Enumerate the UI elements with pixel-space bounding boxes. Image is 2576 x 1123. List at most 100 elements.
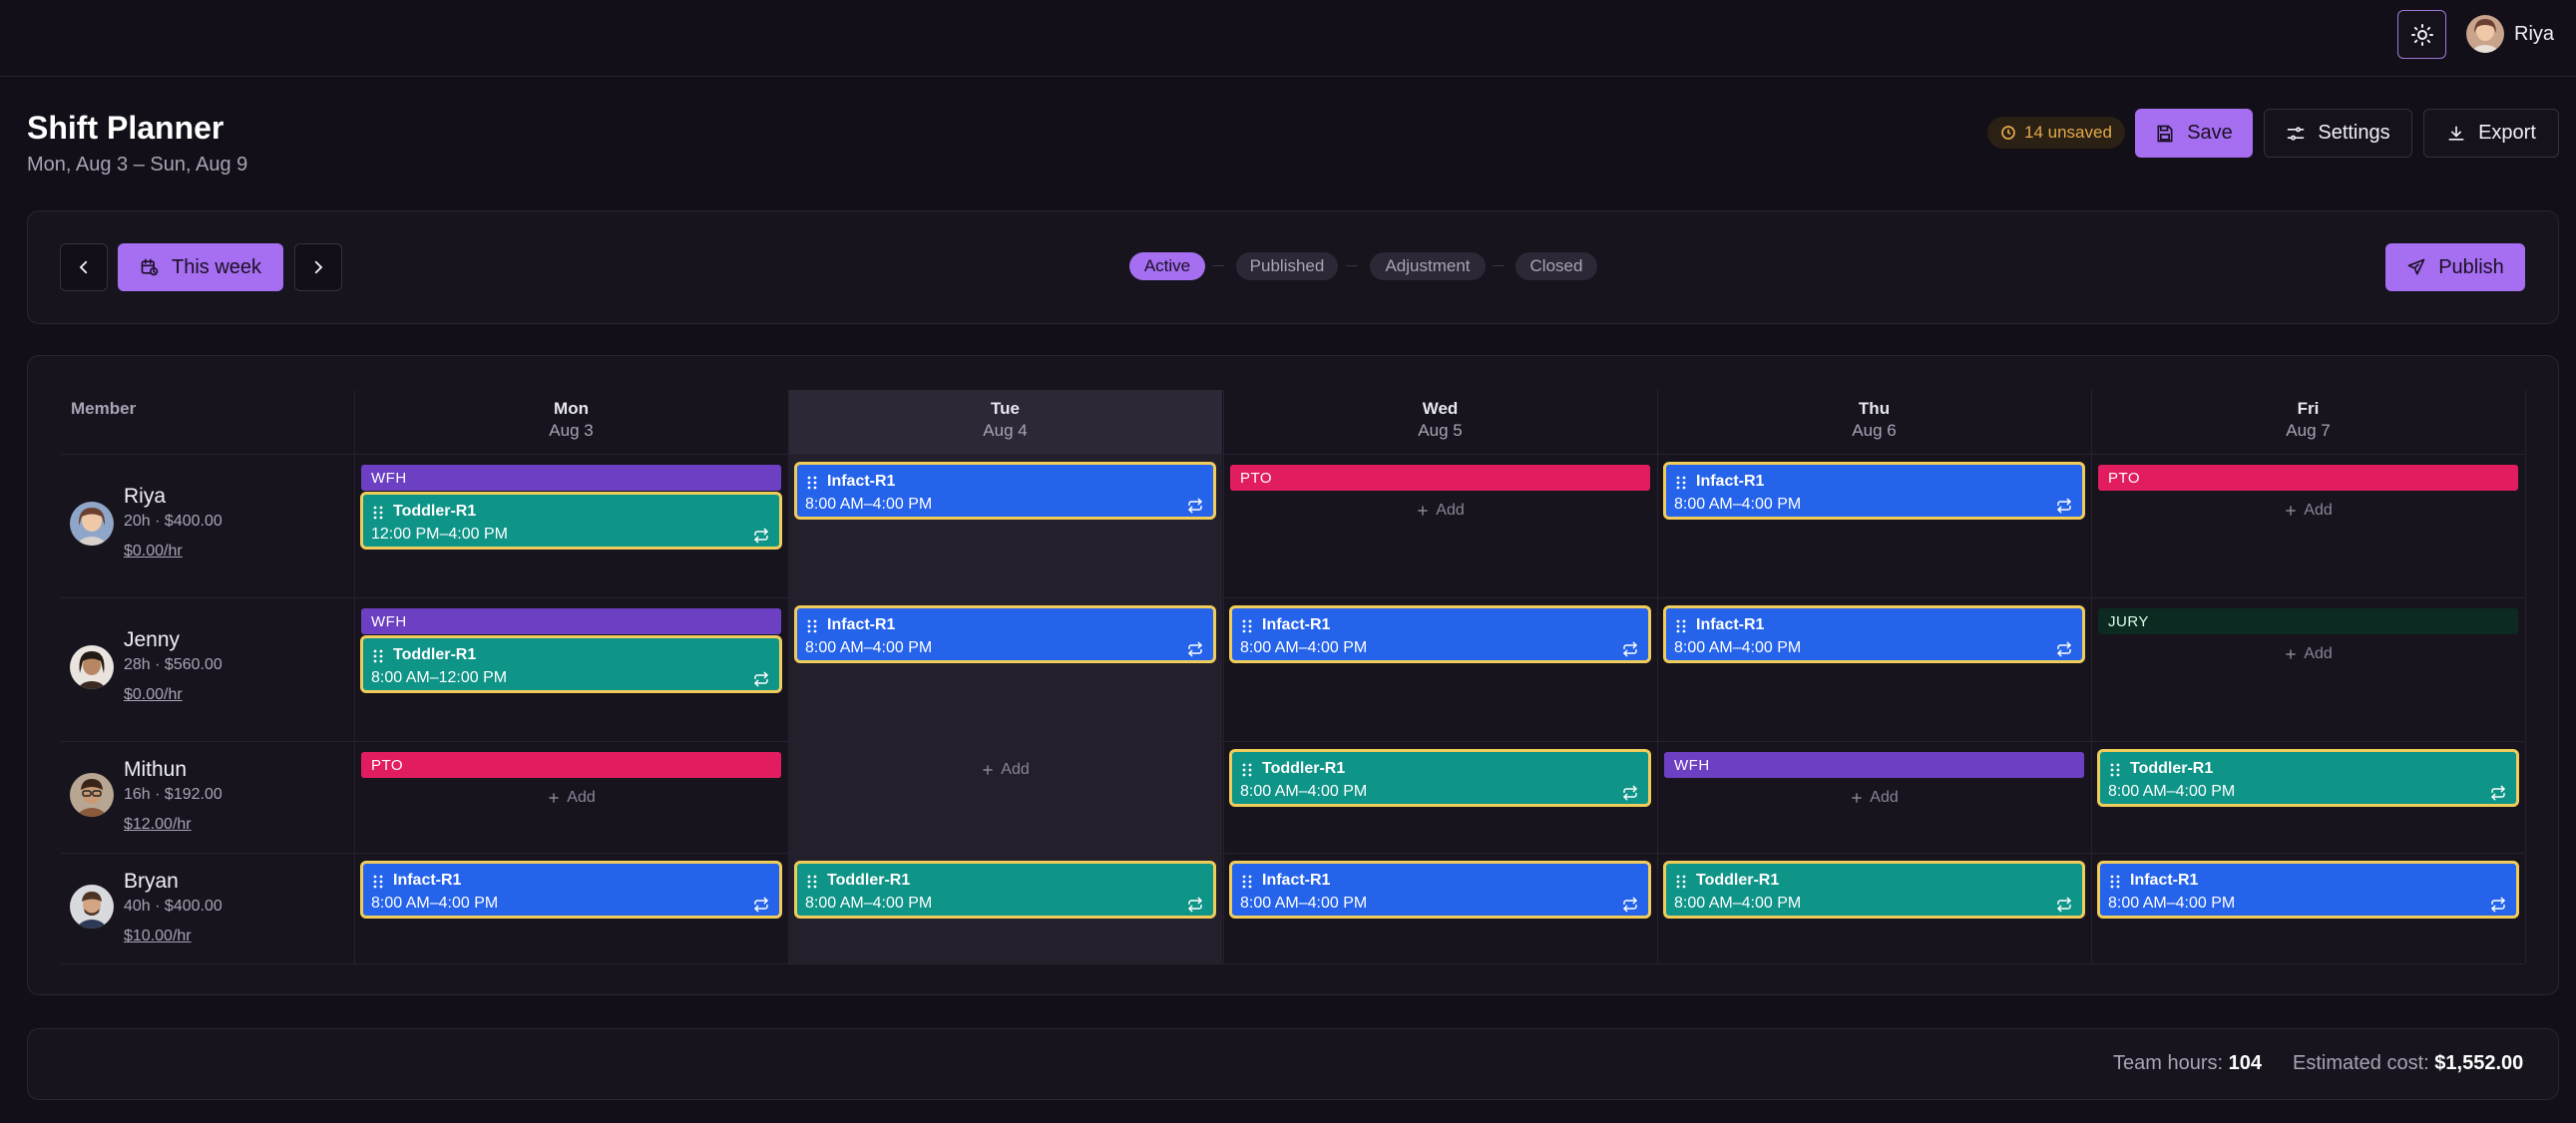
shift-time: 12:00 PM–4:00 PM	[371, 526, 508, 543]
estimated-cost-value: $1,552.00	[2434, 1052, 2524, 1074]
drag-handle-icon	[373, 649, 383, 663]
export-button[interactable]: Export	[2423, 109, 2559, 158]
shift-jenny-wed[interactable]: Infact-R1 8:00 AM–4:00 PM	[1229, 605, 1651, 663]
drag-handle-icon	[1242, 763, 1252, 777]
user-menu[interactable]: Riya	[2466, 14, 2554, 54]
shift-bryan-thu[interactable]: Toddler-R1 8:00 AM–4:00 PM	[1663, 861, 2085, 919]
member-name-bryan: Bryan	[124, 870, 179, 893]
shift-riya-thu[interactable]: Infact-R1 8:00 AM–4:00 PM	[1663, 462, 2085, 520]
status-published[interactable]: Published	[1236, 252, 1338, 280]
status-active[interactable]: Active	[1129, 252, 1205, 280]
shift-title: Infact-R1	[2130, 872, 2199, 889]
status-separator	[1346, 265, 1358, 266]
row-divider	[61, 853, 2524, 854]
member-rate-bryan[interactable]: $10.00/hr	[124, 928, 192, 945]
member-stats-mithun: 16h · $192.00	[124, 786, 222, 803]
avatar	[2466, 15, 2504, 53]
previous-week-button[interactable]	[60, 243, 108, 291]
shift-bryan-fri[interactable]: Infact-R1 8:00 AM–4:00 PM	[2097, 861, 2519, 919]
repeat-icon	[1623, 897, 1637, 913]
add-shift-button-mithun-tue[interactable]: Add	[795, 755, 1215, 785]
team-hours-value: 104	[2228, 1052, 2262, 1074]
day-date-thu: Aug 6	[1852, 421, 1897, 440]
drag-handle-icon	[373, 875, 383, 889]
shift-time: 8:00 AM–12:00 PM	[371, 669, 508, 686]
avatar	[70, 773, 114, 817]
shift-jenny-thu[interactable]: Infact-R1 8:00 AM–4:00 PM	[1663, 605, 2085, 663]
send-icon	[2407, 258, 2425, 275]
tag-wfh-jenny-mon[interactable]: WFH	[361, 608, 781, 634]
status-adjustment[interactable]: Adjustment	[1370, 252, 1486, 280]
chevron-left-icon	[79, 260, 88, 274]
column-divider	[354, 390, 355, 963]
repeat-icon	[1623, 641, 1637, 657]
top-bar: Riya	[0, 0, 2576, 77]
calendar-clock-icon	[141, 258, 159, 276]
tag-wfh-mithun-thu[interactable]: WFH	[1664, 752, 2084, 778]
this-week-button[interactable]: This week	[118, 243, 283, 291]
row-divider	[61, 963, 2524, 964]
estimated-cost-label: Estimated cost:	[2293, 1052, 2429, 1074]
tag-wfh-riya-mon[interactable]: WFH	[361, 465, 781, 491]
page-title: Shift Planner	[27, 110, 224, 146]
day-header-thu: Thu	[1858, 399, 1891, 418]
tag-pto-riya-fri[interactable]: PTO	[2098, 465, 2518, 491]
week-date-range: Mon, Aug 3 – Sun, Aug 9	[27, 154, 248, 176]
plus-icon	[2286, 649, 2297, 659]
day-date-mon: Aug 3	[549, 421, 594, 440]
repeat-icon	[1188, 641, 1202, 657]
day-date-fri: Aug 7	[2286, 421, 2331, 440]
estimated-cost: Estimated cost: $1,552.00	[2293, 1052, 2523, 1075]
row-divider	[61, 454, 2524, 455]
add-label: Add	[1870, 789, 1899, 806]
shift-mithun-wed[interactable]: Toddler-R1 8:00 AM–4:00 PM	[1229, 749, 1651, 807]
status-separator	[1212, 265, 1224, 266]
plus-icon	[1852, 793, 1863, 803]
shift-riya-mon[interactable]: Toddler-R1 12:00 PM–4:00 PM	[360, 492, 782, 550]
publish-label: Publish	[2438, 255, 2504, 278]
repeat-icon	[754, 897, 768, 913]
tag-pto-mithun-mon[interactable]: PTO	[361, 752, 781, 778]
member-rate-mithun[interactable]: $12.00/hr	[124, 816, 192, 834]
add-label: Add	[567, 789, 596, 806]
add-label: Add	[1001, 761, 1030, 778]
theme-toggle-button[interactable]	[2397, 10, 2446, 59]
shift-bryan-wed[interactable]: Infact-R1 8:00 AM–4:00 PM	[1229, 861, 1651, 919]
shift-title: Infact-R1	[1262, 616, 1331, 633]
shift-jenny-mon[interactable]: Toddler-R1 8:00 AM–12:00 PM	[360, 635, 782, 693]
add-shift-button-riya-wed[interactable]: Add	[1230, 496, 1650, 526]
shift-time: 8:00 AM–4:00 PM	[805, 639, 933, 656]
shift-jenny-tue[interactable]: Infact-R1 8:00 AM–4:00 PM	[794, 605, 1216, 663]
drag-handle-icon	[807, 619, 817, 633]
member-rate-riya[interactable]: $0.00/hr	[124, 543, 183, 561]
add-shift-button-jenny-fri[interactable]: Add	[2098, 639, 2518, 669]
add-shift-button-mithun-mon[interactable]: Add	[361, 783, 781, 813]
shift-time: 8:00 AM–4:00 PM	[1240, 639, 1368, 656]
drag-handle-icon	[807, 875, 817, 889]
add-shift-button-riya-fri[interactable]: Add	[2098, 496, 2518, 526]
settings-button[interactable]: Settings	[2264, 109, 2412, 158]
day-header-tue: Tue	[991, 399, 1020, 418]
add-label: Add	[2304, 502, 2333, 519]
drag-handle-icon	[1676, 875, 1686, 889]
repeat-icon	[1188, 498, 1202, 514]
tag-jury-jenny-fri[interactable]: JURY	[2098, 608, 2518, 634]
shift-bryan-mon[interactable]: Infact-R1 8:00 AM–4:00 PM	[360, 861, 782, 919]
shift-riya-tue[interactable]: Infact-R1 8:00 AM–4:00 PM	[794, 462, 1216, 520]
shift-title: Infact-R1	[1262, 872, 1331, 889]
shift-bryan-tue[interactable]: Toddler-R1 8:00 AM–4:00 PM	[794, 861, 1216, 919]
repeat-icon	[1188, 897, 1202, 913]
drag-handle-icon	[807, 476, 817, 490]
tag-pto-riya-wed[interactable]: PTO	[1230, 465, 1650, 491]
shift-mithun-fri[interactable]: Toddler-R1 8:00 AM–4:00 PM	[2097, 749, 2519, 807]
row-divider	[61, 741, 2524, 742]
publish-button[interactable]: Publish	[2385, 243, 2525, 291]
status-closed[interactable]: Closed	[1515, 252, 1597, 280]
repeat-icon	[2057, 498, 2071, 514]
member-rate-jenny[interactable]: $0.00/hr	[124, 686, 183, 704]
next-week-button[interactable]	[294, 243, 342, 291]
shift-title: Toddler-R1	[2130, 760, 2214, 777]
save-button[interactable]: Save	[2135, 109, 2253, 158]
shift-time: 8:00 AM–4:00 PM	[1240, 783, 1368, 800]
add-shift-button-mithun-thu[interactable]: Add	[1664, 783, 2084, 813]
